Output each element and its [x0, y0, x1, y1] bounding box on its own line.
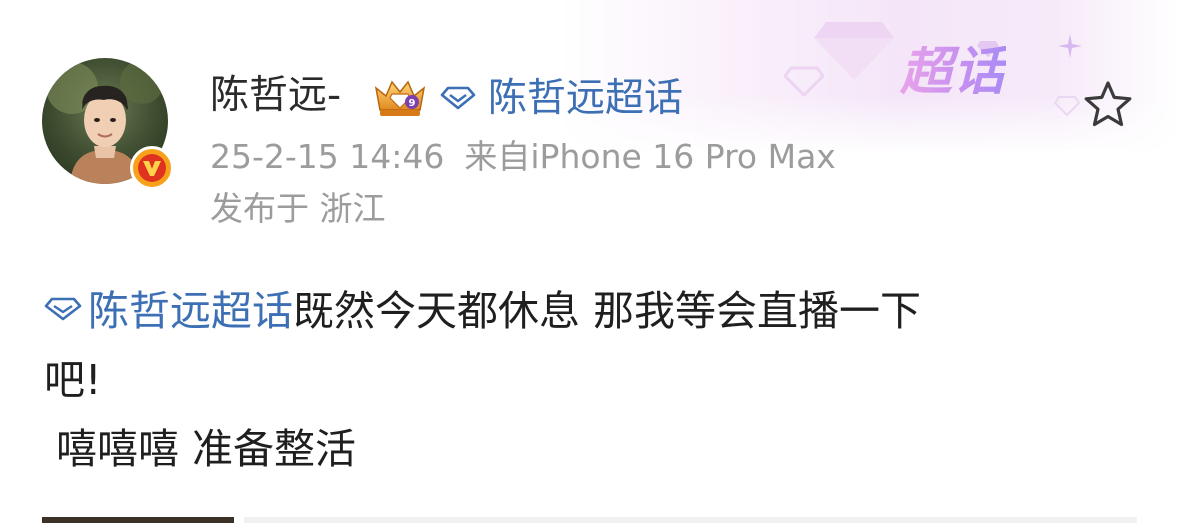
media-thumbnail[interactable] [42, 517, 234, 523]
post-text: 既然今天都休息 那我等会直播一下 [293, 287, 922, 335]
post-timestamp: 25-2-15 14:46 [210, 137, 445, 176]
crown-level-text: 9 [409, 98, 416, 109]
post-meta: 25-2-15 14:46 来自iPhone 16 Pro Max [210, 140, 836, 173]
supertopic-badge: 超话 [900, 42, 1007, 102]
post-source: 来自iPhone 16 Pro Max [464, 137, 836, 176]
username[interactable]: 陈哲远- [210, 76, 341, 115]
verified-v-icon [130, 146, 174, 190]
banner-diamond-icon-small [784, 66, 824, 96]
post-line: 陈哲远超话既然今天都休息 那我等会直播一下 [44, 277, 1084, 346]
post-location: 发布于 浙江 [210, 189, 386, 228]
supertopic-link-label: 陈哲远超话 [488, 75, 684, 121]
supertopic-diamond-icon [440, 86, 476, 110]
sparkle-icon [1058, 34, 1082, 58]
inline-supertopic-link[interactable]: 陈哲远超话 [44, 287, 293, 335]
star-outline-icon[interactable] [1083, 80, 1133, 128]
media-card[interactable] [244, 517, 1137, 523]
post-line: 嘻嘻嘻 准备整活 [44, 415, 1084, 484]
post-text: 嘻嘻嘻 准备整活 [56, 425, 357, 473]
supertopic-diamond-icon [44, 297, 82, 321]
banner-diamond-icon-faint [1054, 96, 1080, 116]
inline-supertopic-label: 陈哲远超话 [88, 287, 293, 335]
banner-diamond-icon [814, 22, 894, 80]
supertopic-link[interactable]: 陈哲远超话 [440, 76, 683, 120]
vip-crown-icon: 9 [374, 80, 426, 116]
post-content: 陈哲远超话既然今天都休息 那我等会直播一下 吧! 嘻嘻嘻 准备整活 [44, 277, 1084, 484]
weibo-post-card: 超话 陈哲远- 9 陈哲远超话 25-2-15 14:46 来自iPhone 1… [0, 0, 1179, 523]
post-text: 吧! [44, 356, 102, 404]
post-line: 吧! [44, 346, 1084, 415]
